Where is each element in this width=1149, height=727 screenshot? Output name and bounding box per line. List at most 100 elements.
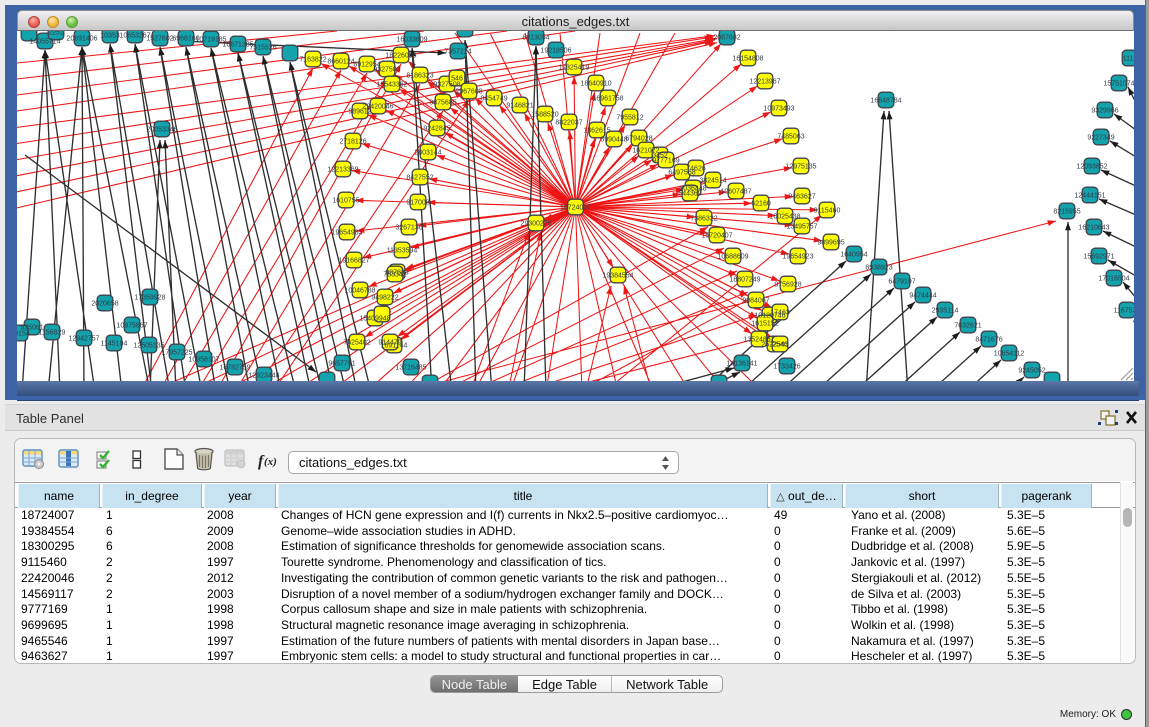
- svg-text:2546: 2546: [772, 342, 788, 349]
- svg-text:1156829: 1156829: [39, 330, 66, 337]
- svg-text:10353: 10353: [100, 33, 120, 40]
- svg-text:917008: 917008: [406, 200, 429, 207]
- svg-text:7515526: 7515526: [249, 45, 276, 52]
- svg-text:989612: 989612: [348, 109, 371, 116]
- svg-text:7386322: 7386322: [690, 216, 717, 223]
- svg-text:7357224: 7357224: [444, 49, 471, 56]
- svg-text:546: 546: [451, 76, 463, 83]
- svg-text:11353594: 11353594: [387, 248, 418, 255]
- svg-text:9327503: 9327503: [373, 67, 400, 74]
- svg-text:9327508: 9327508: [433, 82, 460, 89]
- svg-text:8186323: 8186323: [406, 73, 433, 80]
- svg-text:3267130: 3267130: [395, 225, 422, 232]
- svg-text:19384554: 19384554: [602, 273, 633, 280]
- svg-text:1615152: 1615152: [751, 321, 778, 328]
- svg-text:10046788: 10046788: [344, 288, 375, 295]
- svg-text:7955812: 7955812: [616, 115, 643, 122]
- svg-text:10025438: 10025438: [769, 214, 800, 221]
- svg-text:1112: 1112: [1123, 56, 1134, 63]
- svg-text:10958107: 10958107: [188, 357, 219, 364]
- svg-text:2020658: 2020658: [91, 301, 118, 308]
- svg-text:15720407: 15720407: [701, 233, 732, 240]
- svg-text:10607487: 10607487: [720, 189, 751, 196]
- svg-text:12942757: 12942757: [68, 336, 99, 343]
- svg-text:1640954: 1640954: [840, 252, 867, 259]
- svg-text:2087682: 2087682: [713, 35, 740, 42]
- svg-text:783342: 783342: [383, 272, 406, 279]
- svg-text:9329966: 9329966: [1091, 108, 1118, 115]
- svg-text:2935114: 2935114: [932, 308, 959, 315]
- svg-text:8215955: 8215955: [1053, 209, 1080, 216]
- svg-text:11325419: 11325419: [559, 65, 590, 72]
- svg-text:1610755: 1610755: [332, 198, 359, 205]
- svg-text:9245052: 9245052: [1018, 368, 1045, 375]
- svg-text:1145194: 1145194: [101, 341, 128, 348]
- svg-text:1362615: 1362615: [583, 128, 610, 135]
- svg-text:8471676: 8471676: [975, 337, 1002, 344]
- svg-text:16782759: 16782759: [219, 365, 250, 372]
- svg-text:19654983: 19654983: [331, 230, 362, 237]
- svg-text:19166827: 19166827: [338, 258, 369, 265]
- svg-text:10975867: 10975867: [116, 323, 147, 330]
- svg-text:16961758: 16961758: [592, 96, 623, 103]
- svg-text:17957225: 17957225: [161, 350, 192, 357]
- svg-text:9463627: 9463627: [788, 194, 815, 201]
- svg-text:12505135: 12505135: [133, 343, 164, 350]
- svg-text:10973493: 10973493: [763, 106, 794, 113]
- svg-text:8938923: 8938923: [865, 265, 892, 272]
- svg-text:9899695: 9899695: [817, 240, 844, 247]
- svg-text:12444151: 12444151: [1074, 193, 1105, 200]
- svg-text:9777169: 9777169: [652, 158, 679, 165]
- svg-text:8990448: 8990448: [600, 137, 627, 144]
- svg-text:914479: 914479: [378, 340, 401, 347]
- svg-text:18226058: 18226058: [385, 53, 416, 60]
- svg-text:1167534: 1167534: [1114, 308, 1134, 315]
- svg-text:16154808: 16154808: [732, 56, 763, 63]
- svg-text:9657791: 9657791: [328, 361, 355, 368]
- svg-text:7625402: 7625402: [343, 340, 370, 347]
- svg-text:3824514: 3824514: [699, 178, 726, 185]
- svg-text:19218506: 19218506: [540, 48, 571, 55]
- svg-text:19654923: 19654923: [782, 254, 813, 261]
- svg-text:8427552: 8427552: [406, 175, 433, 182]
- svg-text:14136141: 14136141: [726, 361, 757, 368]
- svg-text:6479197: 6479197: [888, 279, 915, 286]
- svg-text:1588520: 1588520: [531, 112, 558, 119]
- svg-text:39154: 39154: [17, 331, 30, 338]
- svg-text:17359928: 17359928: [134, 295, 165, 302]
- svg-text:17016504: 17016504: [1098, 276, 1129, 283]
- svg-text:15692971: 15692971: [1083, 254, 1114, 261]
- svg-text:9115460: 9115460: [814, 208, 841, 215]
- svg-text:544360: 544360: [678, 191, 701, 198]
- svg-text:20691406: 20691406: [66, 36, 97, 43]
- svg-text:12213369: 12213369: [327, 167, 358, 174]
- svg-text:16543362: 16543362: [376, 82, 407, 89]
- svg-text:17463: 17463: [770, 310, 790, 317]
- svg-text:2803144: 2803144: [414, 150, 441, 157]
- svg-text:9474444: 9474444: [909, 293, 936, 300]
- svg-text:9242845: 9242845: [423, 126, 450, 133]
- svg-text:13495757: 13495757: [786, 224, 817, 231]
- svg-text:8660124: 8660124: [327, 59, 354, 66]
- svg-text:1733426: 1733426: [773, 364, 800, 371]
- svg-text:8454749: 8454749: [480, 96, 507, 103]
- svg-text:8813054: 8813054: [522, 35, 549, 42]
- svg-text:2251: 2251: [48, 31, 64, 37]
- svg-text:18724007: 18724007: [560, 205, 591, 212]
- svg-text:6794028: 6794028: [625, 136, 652, 143]
- svg-text:16648784: 16648784: [870, 98, 901, 105]
- svg-text:7485063: 7485063: [777, 134, 804, 141]
- svg-text:9756928: 9756928: [774, 282, 801, 289]
- svg-text:15751074: 15751074: [1103, 81, 1134, 88]
- svg-text:74626: 74626: [686, 166, 706, 173]
- svg-text:1527602: 1527602: [146, 36, 173, 43]
- svg-text:29300275: 29300275: [520, 221, 551, 228]
- svg-text:12923448: 12923448: [248, 373, 279, 380]
- svg-text:15409948: 15409948: [359, 316, 390, 323]
- svg-text:18807249: 18807249: [729, 277, 760, 284]
- svg-text:10688609: 10688609: [717, 254, 748, 261]
- svg-text:9146821: 9146821: [506, 103, 533, 110]
- svg-text:2718126: 2718126: [339, 139, 366, 146]
- svg-text:10654112: 10654112: [994, 351, 1025, 358]
- svg-text:20053346: 20053346: [146, 127, 177, 134]
